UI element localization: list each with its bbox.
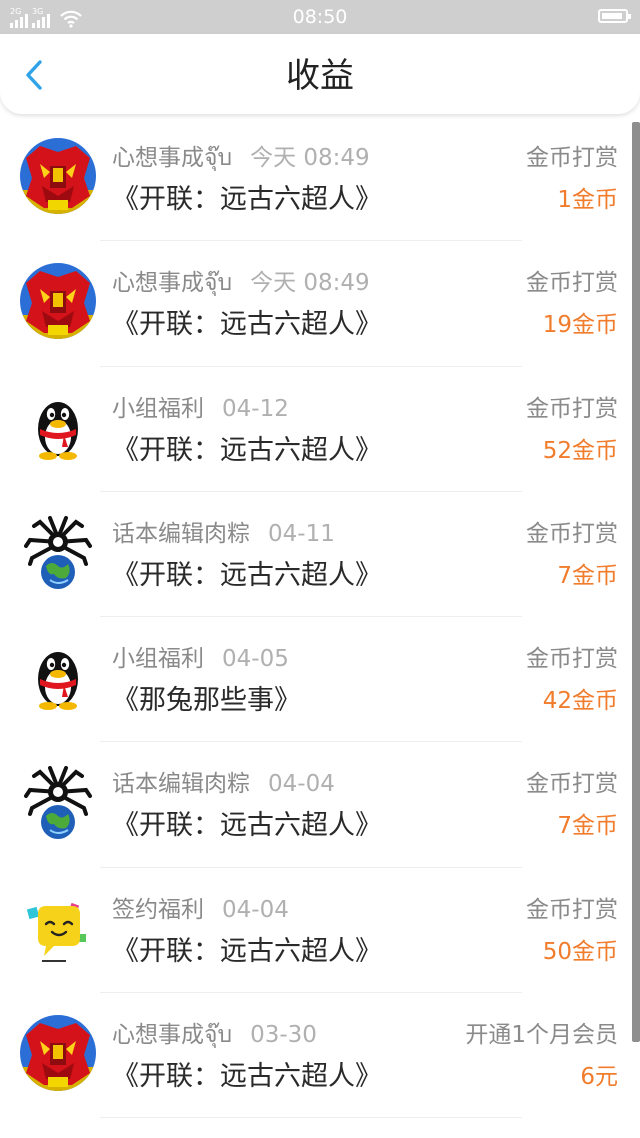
income-type: 金币打赏: [526, 896, 618, 923]
sender-name: 心想事成จุ๊บ: [112, 145, 233, 171]
income-amount: 52金币: [542, 437, 618, 464]
income-amount: 19金币: [542, 312, 618, 339]
red-mecha-avatar[interactable]: [20, 1015, 96, 1092]
spider-globe-avatar[interactable]: [20, 764, 96, 840]
income-type: 金币打赏: [526, 145, 618, 171]
status-time: 08:50: [292, 6, 348, 28]
income-amount: 7金币: [557, 562, 618, 589]
income-amount: 50金币: [542, 938, 618, 965]
penguin-avatar[interactable]: [20, 639, 96, 715]
status-bar: 2G 3G 08:50: [0, 0, 640, 34]
income-type: 金币打赏: [526, 395, 618, 422]
book-title: 《开联：远古六超人》: [112, 184, 382, 215]
book-title: 《开联：远古六超人》: [112, 935, 382, 967]
income-type: 金币打赏: [526, 646, 618, 673]
income-list-item[interactable]: 话本编辑肉粽 04-04 《开联：远古六超人》 金币打赏 7金币: [0, 742, 640, 868]
income-list-item[interactable]: 话本编辑肉粽 04-11 《开联：远古六超人》 金币打赏 7金币: [0, 492, 640, 618]
sender-name: 心想事成จุ๊บ: [112, 270, 233, 297]
book-title: 《开联：远古六超人》: [112, 559, 382, 591]
book-title: 《开联：远古六超人》: [112, 1061, 382, 1093]
income-list-item[interactable]: 小组福利 04-12 《开联：远古六超人》 金币打赏 52金币: [0, 367, 640, 492]
income-type: 金币打赏: [526, 270, 618, 297]
income-amount: 42金币: [542, 688, 618, 715]
sender-line: 话本编辑肉粽 04-11: [112, 520, 335, 548]
red-mecha-avatar[interactable]: [20, 263, 96, 340]
sender-line: 小组福利 04-05: [112, 645, 289, 673]
book-title: 《那兔那些事》: [112, 685, 301, 717]
book-title: 《开联：远古六超人》: [112, 810, 382, 842]
income-amount: 6元: [580, 1064, 618, 1091]
income-amount: 7金币: [557, 813, 618, 840]
income-list-item[interactable]: 小组福利 04-05 《那兔那些事》 金币打赏 42金币: [0, 617, 640, 743]
item-timestamp: 今天 08:49: [250, 145, 370, 171]
spider-globe-avatar[interactable]: [20, 514, 96, 590]
sender-name: 话本编辑肉粽: [112, 771, 250, 798]
page-title: 收益: [286, 56, 354, 96]
scrollbar[interactable]: [632, 122, 640, 1042]
income-list: 心想事成จุ๊บ 今天 08:49 《开联：远古六超人》 金币打赏 1金币 心想事成จุ…: [0, 116, 640, 1119]
book-title: 《开联：远古六超人》: [112, 434, 382, 466]
item-timestamp: 今天 08:49: [250, 270, 370, 297]
penguin-avatar[interactable]: [20, 389, 96, 465]
book-title: 《开联：远古六超人》: [112, 309, 382, 341]
sender-line: 小组福利 04-12: [112, 395, 289, 423]
battery-icon: [598, 9, 631, 23]
item-timestamp: 04-04: [268, 771, 335, 798]
income-type: 开通1个月会员: [465, 1022, 618, 1049]
item-timestamp: 04-11: [268, 520, 335, 547]
income-list-item[interactable]: 心想事成จุ๊บ 03-30 《开联：远古六超人》 开通1个月会员 6元: [0, 993, 640, 1119]
sender-name: 心想事成จุ๊บ: [112, 1022, 233, 1049]
income-amount: 1金币: [557, 187, 618, 213]
income-type: 金币打赏: [526, 520, 618, 547]
item-timestamp: 04-04: [222, 896, 289, 923]
income-list-item[interactable]: 心想事成จุ๊บ 今天 08:49 《开联：远古六超人》 金币打赏 1金币: [0, 116, 640, 242]
income-list-item[interactable]: 心想事成จุ๊บ 今天 08:49 《开联：远古六超人》 金币打赏 19金币: [0, 241, 640, 367]
income-list-item[interactable]: 签约福利 04-04 《开联：远古六超人》 金币打赏 50金币: [0, 868, 640, 994]
item-timestamp: 04-12: [222, 395, 289, 422]
chat-bubble-avatar[interactable]: [20, 890, 96, 966]
sender-line: 心想事成จุ๊บ 今天 08:49: [112, 144, 370, 172]
sender-line: 签约福利 04-04: [112, 896, 289, 924]
sender-line: 心想事成จุ๊บ 03-30: [112, 1021, 317, 1049]
item-timestamp: 03-30: [250, 1022, 317, 1049]
nav-header: 收益: [0, 34, 640, 114]
red-mecha-avatar[interactable]: [20, 138, 96, 214]
item-timestamp: 04-05: [222, 646, 289, 673]
income-type: 金币打赏: [526, 771, 618, 798]
sender-line: 话本编辑肉粽 04-04: [112, 770, 335, 798]
sender-name: 小组福利: [112, 646, 204, 673]
sender-name: 小组福利: [112, 395, 204, 422]
sender-name: 签约福利: [112, 896, 204, 923]
divider: [100, 1117, 522, 1119]
sender-line: 心想事成จุ๊บ 今天 08:49: [112, 269, 370, 297]
sender-name: 话本编辑肉粽: [112, 520, 250, 547]
